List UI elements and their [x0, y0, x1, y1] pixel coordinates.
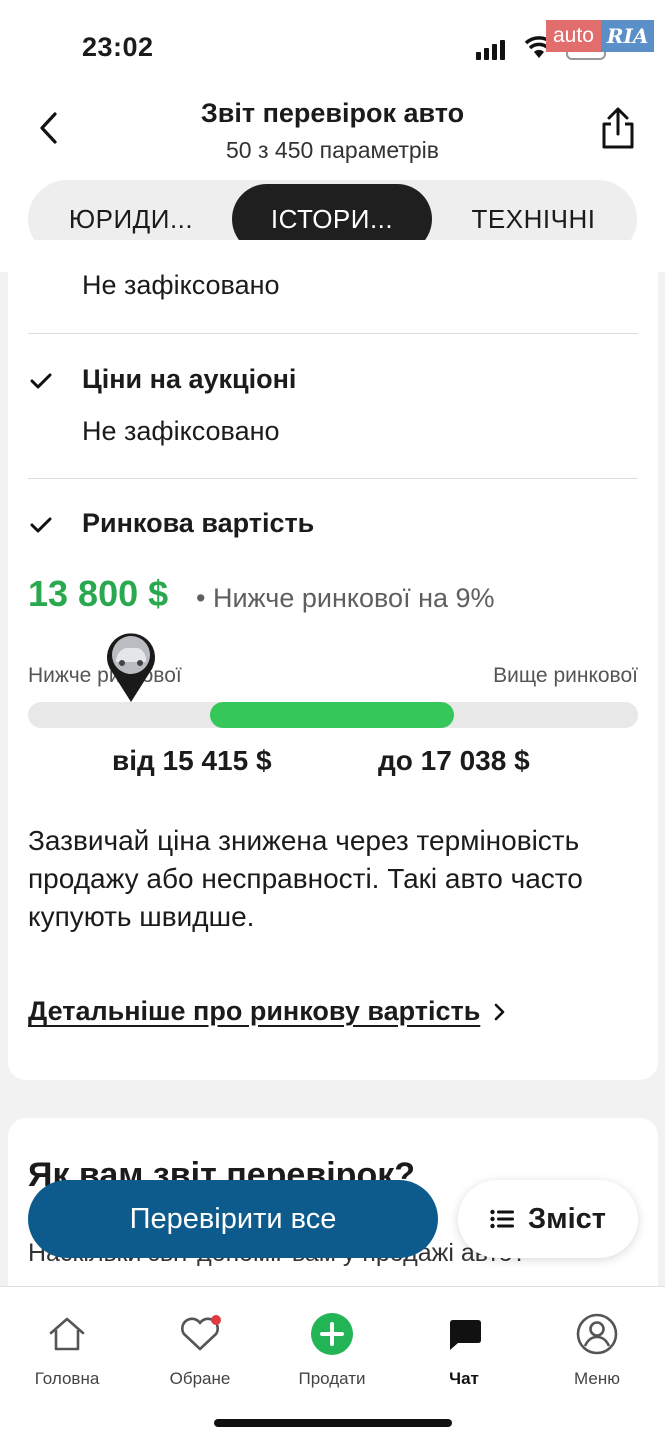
nav-sell-label: Продати — [298, 1369, 366, 1388]
nav-chat[interactable]: Чат — [409, 1309, 519, 1389]
price-note: • Нижче ринкової на 9% — [196, 583, 495, 613]
auction-prices-title: Ціни на аукціоні — [82, 364, 297, 394]
chat-icon — [450, 1320, 481, 1350]
nav-home-label: Головна — [34, 1369, 100, 1388]
range-to: до 17 038 $ — [378, 745, 530, 776]
home-icon — [49, 1317, 85, 1351]
autoria-watermark: auto RIA — [546, 20, 655, 52]
heart-icon — [181, 1315, 221, 1351]
status-bar: 23:02 auto RIA — [0, 0, 665, 96]
toc-label: Зміст — [527, 1202, 606, 1235]
nav-favorites[interactable]: Обране — [145, 1309, 255, 1389]
status-time: 23:02 — [82, 32, 154, 62]
check-icon — [30, 373, 52, 389]
chevron-right-icon — [494, 1003, 505, 1020]
check-icon — [30, 517, 52, 533]
table-of-contents-button[interactable]: Зміст — [458, 1180, 638, 1258]
page-subtitle: 50 з 450 параметрів — [226, 137, 439, 163]
nav-menu[interactable]: Меню — [542, 1309, 652, 1389]
market-range-bar — [210, 702, 454, 728]
share-button[interactable] — [594, 104, 642, 152]
signal-icon — [476, 40, 505, 60]
list-icon — [490, 1209, 514, 1229]
plus-circle-icon — [311, 1313, 353, 1355]
header: Звіт перевірок авто 50 з 450 параметрів — [0, 96, 665, 180]
auction-prices-value: Не зафіксовано — [82, 416, 280, 446]
bottom-nav: Головна Обране Продати Чат Меню — [0, 1286, 665, 1440]
nav-sell[interactable]: Продати — [277, 1309, 387, 1389]
nav-chat-label: Чат — [449, 1369, 479, 1388]
check-all-button[interactable]: Перевірити все — [28, 1180, 438, 1258]
market-price: 13 800 $ — [28, 573, 169, 614]
nav-home[interactable]: Головна — [12, 1309, 122, 1389]
nav-menu-label: Меню — [574, 1369, 620, 1388]
car-location-pin-icon — [107, 633, 155, 702]
range-from: від 15 415 $ — [112, 745, 272, 776]
market-value-title: Ринкова вартість — [82, 508, 315, 538]
previous-item-value: Не зафіксовано — [82, 270, 280, 300]
back-button[interactable] — [26, 106, 70, 150]
divider — [28, 333, 638, 334]
market-value-details-label: Детальніше про ринкову вартість — [28, 996, 481, 1026]
chevron-left-icon — [40, 112, 57, 144]
report-card: Не зафіксовано Ціни на аукціоні Не зафік… — [8, 240, 658, 1080]
scale-label-high: Вище ринкової — [493, 664, 638, 687]
share-icon — [602, 107, 634, 149]
page-title: Звіт перевірок авто — [200, 98, 465, 128]
user-circle-icon — [576, 1313, 618, 1355]
home-indicator — [214, 1419, 452, 1427]
market-value-details-link[interactable]: Детальніше про ринкову вартість — [28, 996, 506, 1027]
divider — [28, 478, 638, 479]
market-range-track — [28, 702, 638, 728]
market-description: Зазвичай ціна знижена через терміновість… — [28, 825, 583, 932]
nav-favorites-label: Обране — [169, 1369, 231, 1388]
